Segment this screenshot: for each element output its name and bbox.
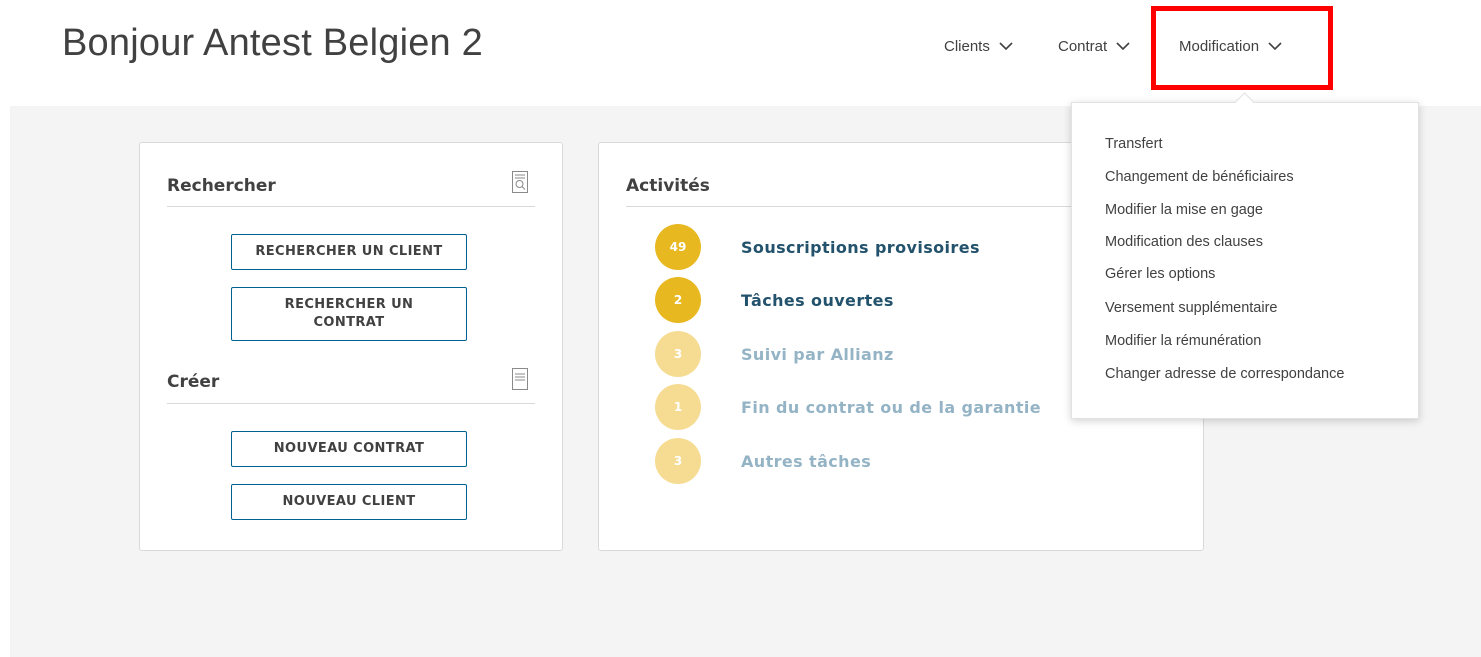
search-section-title: Rechercher bbox=[167, 176, 276, 196]
menu-item-modifier-remuneration[interactable]: Modifier la rémunération bbox=[1105, 333, 1261, 349]
activity-label: Souscriptions provisoires bbox=[741, 237, 980, 257]
chevron-down-icon bbox=[999, 38, 1013, 55]
count-badge: 3 bbox=[655, 331, 701, 377]
menu-item-modification-clauses[interactable]: Modification des clauses bbox=[1105, 234, 1263, 250]
page: Bonjour Antest Belgien 2 Clients Contrat… bbox=[0, 0, 1481, 657]
activity-item[interactable]: 49 Souscriptions provisoires bbox=[655, 224, 980, 270]
activity-item[interactable]: 2 Tâches ouvertes bbox=[655, 277, 894, 323]
activity-label: Tâches ouvertes bbox=[741, 290, 894, 310]
highlight-annotation-box bbox=[1151, 6, 1333, 90]
chevron-down-icon bbox=[1116, 38, 1130, 55]
new-contract-button[interactable]: NOUVEAU CONTRAT bbox=[231, 431, 467, 467]
nav-contrat[interactable]: Contrat bbox=[1058, 38, 1130, 55]
menu-item-versement-supplementaire[interactable]: Versement supplémentaire bbox=[1105, 300, 1278, 316]
count-badge: 1 bbox=[655, 384, 701, 430]
menu-item-modifier-mise-en-gage[interactable]: Modifier la mise en gage bbox=[1105, 202, 1263, 218]
activity-item[interactable]: 1 Fin du contrat ou de la garantie bbox=[655, 384, 1041, 430]
activity-label: Autres tâches bbox=[741, 451, 872, 471]
activity-item[interactable]: 3 Autres tâches bbox=[655, 438, 871, 484]
page-title: Bonjour Antest Belgien 2 bbox=[62, 22, 483, 64]
activities-title: Activités bbox=[626, 176, 710, 196]
count-badge: 2 bbox=[655, 277, 701, 323]
nav-clients[interactable]: Clients bbox=[944, 38, 1013, 55]
count-badge: 49 bbox=[655, 224, 701, 270]
activity-label: Fin du contrat ou de la garantie bbox=[741, 397, 1042, 417]
search-contract-button[interactable]: RECHERCHER UN CONTRAT bbox=[231, 287, 467, 341]
menu-item-changement-beneficiaires[interactable]: Changement de bénéficiaires bbox=[1105, 169, 1294, 185]
nav-contrat-label: Contrat bbox=[1058, 38, 1108, 55]
activity-label: Suivi par Allianz bbox=[741, 344, 894, 364]
count-badge: 3 bbox=[655, 438, 701, 484]
create-section-title: Créer bbox=[167, 372, 220, 392]
activity-item[interactable]: 3 Suivi par Allianz bbox=[655, 331, 894, 377]
modification-dropdown-menu: Transfert Changement de bénéficiaires Mo… bbox=[1071, 102, 1419, 419]
search-client-button[interactable]: RECHERCHER UN CLIENT bbox=[231, 234, 467, 270]
search-create-card: Rechercher RECHERCHER UN CLIENT RECHERCH… bbox=[139, 142, 563, 551]
nav-clients-label: Clients bbox=[944, 38, 990, 55]
menu-item-changer-adresse[interactable]: Changer adresse de correspondance bbox=[1105, 366, 1344, 382]
section-divider bbox=[167, 206, 535, 207]
menu-item-transfert[interactable]: Transfert bbox=[1105, 136, 1162, 152]
new-client-button[interactable]: NOUVEAU CLIENT bbox=[231, 484, 467, 520]
section-divider bbox=[167, 403, 535, 404]
search-document-icon[interactable] bbox=[512, 171, 528, 197]
menu-item-gerer-options[interactable]: Gérer les options bbox=[1105, 266, 1215, 282]
document-icon[interactable] bbox=[512, 368, 528, 394]
